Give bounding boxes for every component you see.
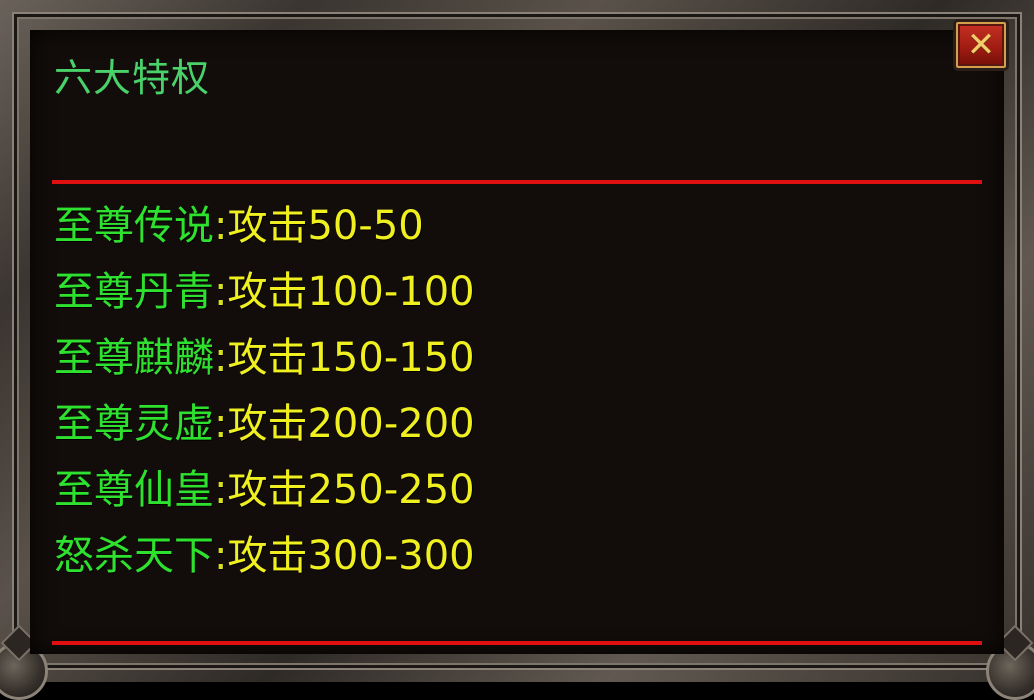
privilege-separator: : [214, 401, 228, 447]
privilege-separator: : [214, 269, 228, 315]
privilege-value: 攻击50-50 [227, 203, 424, 249]
privilege-row: 至尊仙皇:攻击250-250 [54, 460, 475, 526]
privilege-value: 攻击150-150 [227, 335, 475, 381]
privilege-name: 至尊丹青 [54, 269, 214, 315]
close-button[interactable]: ✕ [953, 19, 1009, 71]
privilege-separator: : [214, 533, 228, 579]
privilege-value: 攻击200-200 [227, 401, 475, 447]
privilege-row: 至尊传说:攻击50-50 [54, 196, 475, 262]
privilege-value: 攻击250-250 [227, 467, 475, 513]
privilege-row: 至尊灵虚:攻击200-200 [54, 394, 475, 460]
privilege-value: 攻击300-300 [227, 533, 475, 579]
privilege-separator: : [214, 335, 228, 381]
privilege-name: 至尊仙皇 [54, 467, 214, 513]
privilege-separator: : [214, 467, 228, 513]
divider-bottom [52, 641, 982, 645]
privilege-value: 攻击100-100 [227, 269, 475, 315]
privilege-name: 怒杀天下 [54, 533, 214, 579]
privilege-list: 至尊传说:攻击50-50 至尊丹青:攻击100-100 至尊麒麟:攻击150-1… [54, 196, 475, 592]
privilege-separator: : [214, 203, 228, 249]
privilege-name: 至尊传说 [54, 203, 214, 249]
privilege-row: 至尊麒麟:攻击150-150 [54, 328, 475, 394]
privilege-name: 至尊麒麟 [54, 335, 214, 381]
privilege-name: 至尊灵虚 [54, 401, 214, 447]
privilege-row: 怒杀天下:攻击300-300 [54, 526, 475, 592]
dialog-frame: 六大特权 ✕ 至尊传说:攻击50-50 至尊丹青:攻击100-100 至尊麒麟:… [0, 0, 1034, 700]
privilege-row: 至尊丹青:攻击100-100 [54, 262, 475, 328]
close-icon: ✕ [966, 25, 996, 65]
dialog-title: 六大特权 [54, 56, 211, 100]
divider-top [52, 180, 982, 184]
